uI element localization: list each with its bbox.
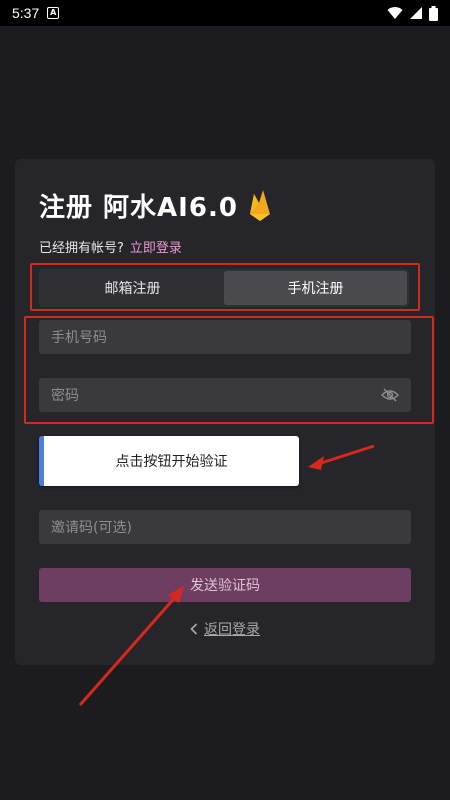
chevron-left-icon xyxy=(190,623,198,635)
password-placeholder: 密码 xyxy=(51,388,79,404)
page-title: 注册 阿水AI6.0 xyxy=(39,193,238,223)
invite-placeholder: 邀请码(可选) xyxy=(51,520,132,536)
start-verify-button[interactable]: 点击按钮开始验证 xyxy=(39,436,299,486)
login-row: 已经拥有帐号? 立即登录 xyxy=(39,237,182,256)
back-login[interactable]: 返回登录 xyxy=(15,619,435,639)
invite-code-input[interactable]: 邀请码(可选) xyxy=(39,510,411,544)
wifi-icon xyxy=(387,7,403,20)
has-account-hint: 已经拥有帐号? xyxy=(39,241,124,256)
register-type-tabs: 邮箱注册 手机注册 xyxy=(39,269,409,307)
status-icons xyxy=(387,5,438,21)
password-input[interactable]: 密码 xyxy=(39,378,411,412)
login-link[interactable]: 立即登录 xyxy=(130,241,182,256)
eye-off-icon[interactable] xyxy=(381,388,399,402)
tab-phone-register[interactable]: 手机注册 xyxy=(224,271,407,305)
phone-placeholder: 手机号码 xyxy=(51,330,107,346)
register-card: 注册 阿水AI6.0 已经拥有帐号? 立即登录 邮箱注册 手机注册 手机号码 密码… xyxy=(15,159,435,665)
title-row: 注册 阿水AI6.0 xyxy=(39,187,272,224)
status-bar: 5:37 A xyxy=(0,0,450,26)
notification-icon: A xyxy=(47,7,60,19)
send-code-button[interactable]: 发送验证码 xyxy=(39,568,411,602)
back-login-label: 返回登录 xyxy=(204,622,260,638)
battery-icon xyxy=(429,5,438,21)
tab-email-register[interactable]: 邮箱注册 xyxy=(41,271,224,305)
phone-input[interactable]: 手机号码 xyxy=(39,320,411,354)
status-time: 5:37 xyxy=(12,5,40,21)
signal-icon xyxy=(410,7,422,19)
flame-icon xyxy=(249,189,270,221)
